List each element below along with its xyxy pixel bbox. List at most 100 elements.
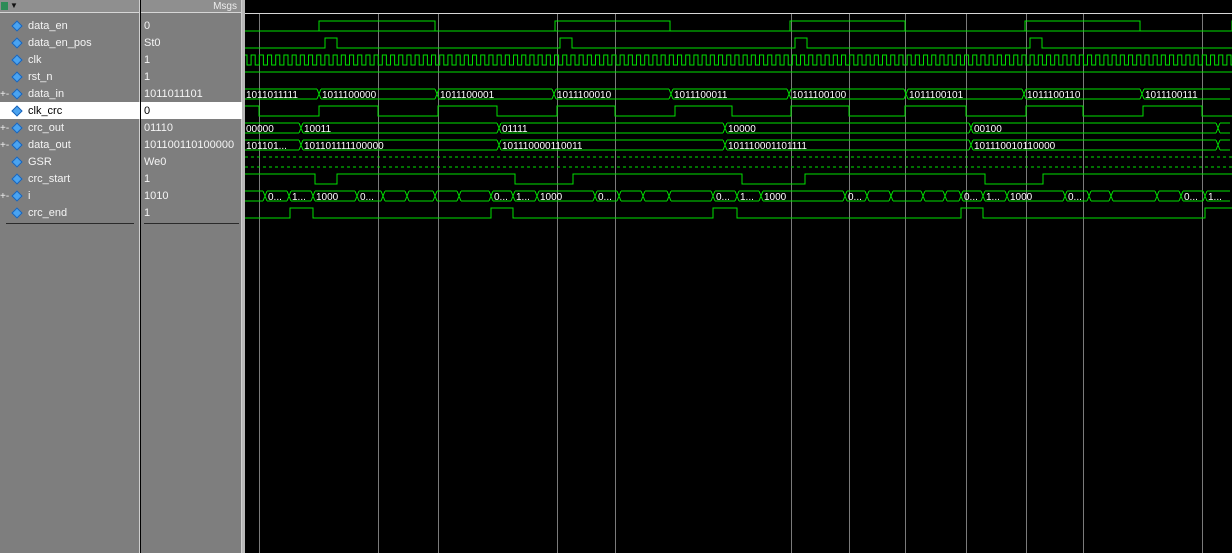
bus-value-label: 1000: [764, 192, 787, 203]
expand-plus-icon[interactable]: +-: [0, 137, 9, 154]
signal-diamond-icon: [11, 173, 23, 185]
bus-value-label: 1011100100: [792, 90, 847, 101]
signal-diamond-icon: [11, 139, 23, 151]
signal-diamond-icon: [11, 122, 23, 134]
bus-value-label: 1011100001: [440, 90, 495, 101]
bus-value-label: 0...: [598, 192, 612, 203]
bus-value-label: 1000: [316, 192, 339, 203]
bus-value-label: 1...: [1208, 192, 1222, 203]
signal-name: rst_n: [28, 71, 53, 83]
signal-row-crc_start[interactable]: crc_start: [0, 171, 140, 188]
signal-name: GSR: [28, 156, 52, 168]
signal-value: 1: [144, 71, 151, 83]
expand-plus-icon[interactable]: +-: [0, 188, 9, 205]
bus-value-label: 10000: [728, 124, 756, 135]
bus-value-label: 1...: [292, 192, 306, 203]
signal-row-crc_end[interactable]: crc_end: [0, 205, 140, 222]
bus-value-label: 101101111100000: [304, 141, 384, 152]
signal-diamond-icon: [11, 88, 23, 100]
bus-value-label: 1011100000: [322, 90, 377, 101]
signal-name: crc_end: [28, 207, 68, 219]
names-header: ▼: [0, 0, 139, 13]
wave-header: [245, 0, 1232, 13]
signal-value: 1: [144, 207, 151, 219]
signal-value: 1010: [144, 190, 169, 202]
bus-value-label: 1...: [986, 192, 1000, 203]
signal-value: We0: [144, 156, 167, 168]
bus-value-label: 0...: [268, 192, 282, 203]
signal-value: 101100110100000: [144, 139, 235, 151]
selected-value-highlight: [141, 102, 242, 119]
signal-name: crc_out: [28, 122, 65, 134]
expand-plus-icon[interactable]: +-: [0, 86, 9, 103]
signal-row-data_en[interactable]: data_en: [0, 18, 140, 35]
signal-name: clk: [28, 54, 42, 66]
bus-value-label: 1011011111: [246, 90, 298, 101]
waveform-area[interactable]: 1011011111 1011100000 1011100001 1011100010…: [245, 0, 1232, 553]
signal-row-data_in[interactable]: +- data_in: [0, 86, 140, 103]
bus-value-label: 101101...: [246, 141, 287, 152]
bus-value-label: 01111: [502, 124, 528, 135]
bus-value-label: 0...: [716, 192, 730, 203]
signal-value: St0: [144, 37, 161, 49]
signal-value: 0: [144, 105, 151, 117]
signal-name: clk_crc: [28, 105, 63, 117]
bus-value-label: 1000: [1010, 192, 1033, 203]
signal-value: 0: [144, 20, 151, 32]
signal-row-data_en_pos[interactable]: data_en_pos: [0, 35, 140, 52]
wave-tool-icon[interactable]: [1, 2, 8, 10]
signal-row-rst_n[interactable]: rst_n: [0, 69, 140, 86]
bus-value-label: 1000: [540, 192, 563, 203]
signal-diamond-icon: [11, 207, 23, 219]
bus-value-label: 0...: [848, 192, 862, 203]
signal-values-panel: Msgs 0 St0 1 1 1011011101 0 01110 101100…: [141, 0, 242, 553]
expand-plus-icon[interactable]: +-: [0, 120, 9, 137]
signal-name: data_en: [28, 20, 68, 32]
bus-value-label: 1011100101: [909, 90, 964, 101]
bus-value-label: 0...: [1184, 192, 1198, 203]
signal-row-i[interactable]: +- i: [0, 188, 140, 205]
bus-value-label: 10011: [304, 124, 332, 135]
signal-value: 01110: [144, 122, 173, 134]
signal-diamond-icon: [11, 105, 23, 117]
signal-diamond-icon: [11, 190, 23, 202]
signal-row-GSR[interactable]: GSR: [0, 154, 140, 171]
bus-value-label: 101110001101111: [728, 141, 807, 152]
bus-value-label: 1011100110: [1027, 90, 1081, 101]
signal-names-panel: ▼ data_en data_en_pos clk rst_n +- data_…: [0, 0, 140, 553]
bus-value-label: 0...: [494, 192, 508, 203]
signal-name: data_in: [28, 88, 65, 100]
bus-value-label: 0...: [1068, 192, 1082, 203]
signal-diamond-icon: [11, 54, 23, 66]
signal-diamond-icon: [11, 71, 23, 83]
i-wave: [245, 190, 1230, 202]
signal-row-data_out[interactable]: +- data_out: [0, 137, 140, 154]
signal-diamond-icon: [11, 20, 23, 32]
signal-diamond-icon: [11, 37, 23, 49]
bus-value-label: 1011100011: [674, 90, 728, 101]
signal-value: 1: [144, 54, 151, 66]
bus-value-label: 1011100111: [1145, 90, 1198, 101]
bus-value-label: 1...: [740, 192, 754, 203]
bus-value-label: 00100: [974, 124, 1002, 135]
bus-value-label: 00000: [246, 124, 274, 135]
signal-name: i: [28, 190, 31, 202]
signal-value: 1011011101: [144, 88, 203, 100]
signal-diamond-icon: [11, 156, 23, 168]
bus-value-label: 101110010110000: [974, 141, 1056, 152]
row-divider: [144, 223, 239, 224]
signal-row-clk[interactable]: clk: [0, 52, 140, 69]
signal-name: crc_start: [28, 173, 71, 185]
signal-name: data_en_pos: [28, 37, 92, 49]
data_in-wave: [245, 88, 1230, 100]
signal-row-crc_out[interactable]: +- crc_out: [0, 120, 140, 137]
bus-value-label: 0...: [964, 192, 978, 203]
chevron-down-icon[interactable]: ▼: [10, 0, 18, 12]
signal-name: data_out: [28, 139, 71, 151]
bus-value-label: 101110000110011: [502, 141, 583, 152]
signal-row-clk_crc[interactable]: clk_crc: [0, 103, 140, 120]
row-divider: [6, 223, 134, 224]
values-header: Msgs: [141, 0, 241, 13]
msgs-label: Msgs: [213, 1, 237, 12]
waveform-canvas[interactable]: 1011011111 1011100000 1011100001 1011100010…: [245, 0, 1232, 553]
